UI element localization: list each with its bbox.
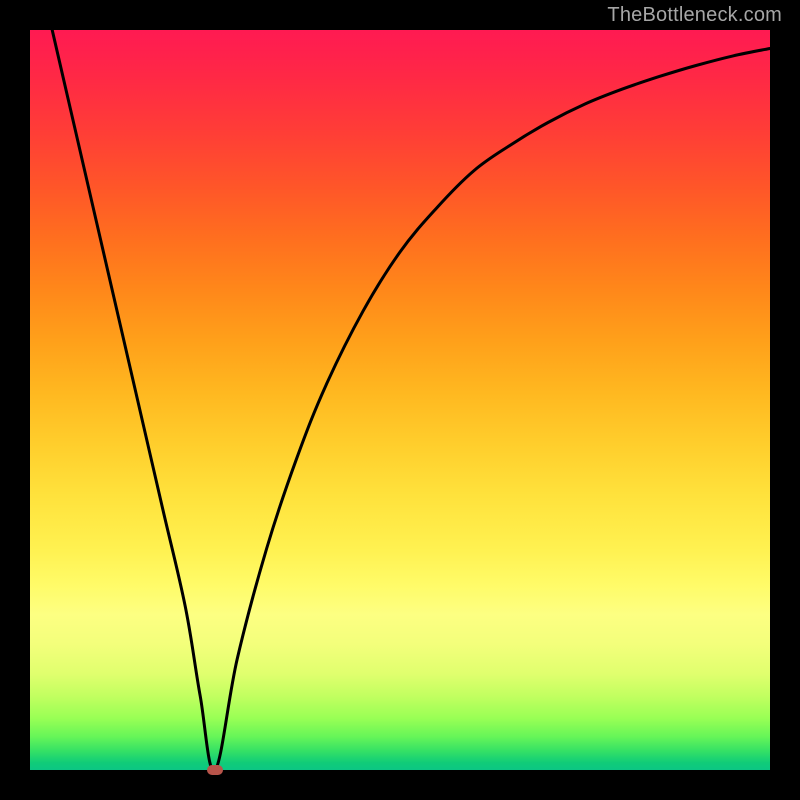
min-marker: [207, 765, 223, 775]
watermark-label: TheBottleneck.com: [607, 4, 782, 27]
curve-path: [52, 30, 770, 771]
plot-area: [30, 30, 770, 770]
bottleneck-curve: [30, 30, 770, 770]
chart-frame: TheBottleneck.com: [0, 0, 800, 800]
